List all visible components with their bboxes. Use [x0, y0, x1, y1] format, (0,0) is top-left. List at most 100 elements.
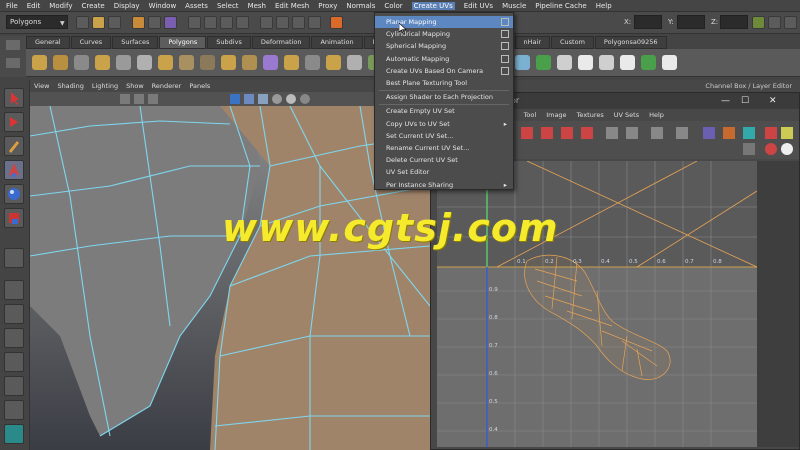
uv-layout-icon[interactable]	[676, 127, 688, 139]
option-box-icon[interactable]	[501, 18, 509, 26]
save-scene-icon[interactable]	[108, 16, 121, 29]
shelf-tool-11-icon[interactable]	[242, 55, 257, 70]
option-box-icon[interactable]	[501, 30, 509, 39]
wireframe-on-shaded-icon[interactable]	[258, 94, 268, 104]
smooth-shade-icon[interactable]	[244, 94, 254, 104]
menu-color[interactable]: Color	[384, 2, 402, 10]
shelf-tool-3-icon[interactable]	[74, 55, 89, 70]
uv-sew-icon[interactable]	[581, 127, 593, 139]
menu-item-copy-uvs-to-uv-set[interactable]: Copy UVs to UV Set ▸	[375, 118, 513, 130]
uv-grid-canvas[interactable]: 0.9 0.8 0.7 0.6 0.5 0.4 0.1 0.2 0.3 0.4 …	[437, 161, 757, 447]
minimize-icon[interactable]: —	[721, 96, 730, 106]
panel-menu-show[interactable]: Show	[126, 82, 144, 90]
uv-color-icon[interactable]	[765, 143, 777, 155]
option-box-icon[interactable]	[501, 54, 509, 63]
select-tool-icon[interactable]	[4, 88, 24, 108]
shelf-editor-icon[interactable]	[6, 58, 20, 68]
snap-plane-icon[interactable]	[236, 16, 249, 29]
uv-image-icon[interactable]	[703, 127, 715, 139]
toggle-tool-settings-icon[interactable]	[784, 16, 797, 29]
shelf-tool-15-icon[interactable]	[326, 55, 341, 70]
uv-menu-tool[interactable]: Tool	[524, 111, 537, 119]
shelf-tool-26-icon[interactable]	[557, 55, 572, 70]
menu-help[interactable]: Help	[596, 2, 612, 10]
uv-snap-icon[interactable]	[626, 127, 638, 139]
textured-icon[interactable]	[272, 94, 282, 104]
layout-custom-icon[interactable]	[4, 424, 24, 444]
menu-proxy[interactable]: Proxy	[318, 2, 337, 10]
uv-menu-image[interactable]: Image	[546, 111, 566, 119]
menu-assets[interactable]: Assets	[185, 2, 208, 10]
menu-select[interactable]: Select	[217, 2, 239, 10]
uv-menu-uv-sets[interactable]: UV Sets	[614, 111, 639, 119]
menu-item-cylindrical-mapping[interactable]: Cylindrical Mapping	[375, 28, 513, 40]
menu-display[interactable]: Display	[114, 2, 140, 10]
image-plane-icon[interactable]	[148, 94, 158, 104]
new-scene-icon[interactable]	[76, 16, 89, 29]
snap-point-icon[interactable]	[220, 16, 233, 29]
shelf-tool-5-icon[interactable]	[116, 55, 131, 70]
menu-item-set-current-uv-set[interactable]: Set Current UV Set...	[375, 130, 513, 142]
render-icon[interactable]	[276, 16, 289, 29]
snap-curve-icon[interactable]	[204, 16, 217, 29]
shelf-tab-nhair[interactable]: nHair	[514, 36, 551, 49]
uv-shell[interactable]	[524, 254, 671, 380]
menu-item-best-plane-texturing-tool[interactable]: Best Plane Texturing Tool	[375, 77, 513, 89]
scale-tool-icon[interactable]	[4, 208, 24, 228]
panel-menu-shading[interactable]: Shading	[57, 82, 83, 90]
shelf-tool-30-icon[interactable]	[641, 55, 656, 70]
shelf-tool-6-icon[interactable]	[137, 55, 152, 70]
panel-menu-view[interactable]: View	[34, 82, 49, 90]
layout-persp-icon[interactable]	[4, 280, 24, 300]
shelf-tool-2-icon[interactable]	[53, 55, 68, 70]
render-settings-icon[interactable]	[308, 16, 321, 29]
open-scene-icon[interactable]	[92, 16, 105, 29]
menu-mesh[interactable]: Mesh	[248, 2, 266, 10]
select-by-object-icon[interactable]	[148, 16, 161, 29]
panel-menu-renderer[interactable]: Renderer	[152, 82, 182, 90]
shelf-tab-deformation[interactable]: Deformation	[251, 36, 311, 49]
menu-item-delete-current-uv-set[interactable]: Delete Current UV Set	[375, 154, 513, 166]
menu-edit[interactable]: Edit	[27, 2, 41, 10]
menu-modify[interactable]: Modify	[49, 2, 72, 10]
menu-item-rename-current-uv-set[interactable]: Rename Current UV Set...	[375, 142, 513, 154]
uv-pixel-snap-icon[interactable]	[781, 127, 793, 139]
shelf-tool-16-icon[interactable]	[347, 55, 362, 70]
shelf-tab-polygonsa09256[interactable]: Polygonsa09256	[594, 36, 667, 49]
layout-four-view-icon[interactable]	[4, 304, 24, 324]
rotate-tool-icon[interactable]	[4, 184, 24, 204]
uv-menu-textures[interactable]: Textures	[577, 111, 604, 119]
shelf-tool-24-icon[interactable]	[515, 55, 530, 70]
shelf-tab-custom[interactable]: Custom	[551, 36, 594, 49]
uv-cut-icon[interactable]	[561, 127, 573, 139]
maximize-icon[interactable]: ☐	[741, 96, 749, 106]
uv-menu-help[interactable]: Help	[649, 111, 664, 119]
camera-attributes-icon[interactable]	[120, 94, 130, 104]
ipr-render-icon[interactable]	[292, 16, 305, 29]
shadows-icon[interactable]	[300, 94, 310, 104]
menu-item-planar-mapping[interactable]: Planar Mapping	[375, 16, 513, 28]
uv-unfold-icon[interactable]	[651, 127, 663, 139]
z-field[interactable]	[720, 15, 748, 29]
shelf-tool-12-icon[interactable]	[263, 55, 278, 70]
menu-pipeline-cache[interactable]: Pipeline Cache	[535, 2, 586, 10]
shelf-tool-1-icon[interactable]	[32, 55, 47, 70]
select-by-component-icon[interactable]	[164, 16, 177, 29]
toggle-attribute-editor-icon[interactable]	[768, 16, 781, 29]
shelf-tool-10-icon[interactable]	[221, 55, 236, 70]
menu-item-assign-shader-to-each-projection[interactable]: Assign Shader to Each Projection	[375, 91, 513, 103]
history-icon[interactable]	[260, 16, 273, 29]
uv-rotate-icon[interactable]	[541, 127, 553, 139]
menu-create-uvs[interactable]: Create UVs	[411, 1, 455, 10]
layout-outliner-icon[interactable]	[4, 352, 24, 372]
uv-brightness-icon[interactable]	[781, 143, 793, 155]
x-field[interactable]	[634, 15, 662, 29]
menu-edit-mesh[interactable]: Edit Mesh	[275, 2, 309, 10]
uv-grid-icon[interactable]	[765, 127, 777, 139]
shelf-tool-28-icon[interactable]	[599, 55, 614, 70]
shelf-tool-13-icon[interactable]	[284, 55, 299, 70]
uv-align-icon[interactable]	[606, 127, 618, 139]
menu-window[interactable]: Window	[149, 2, 177, 10]
shelf-tool-7-icon[interactable]	[158, 55, 173, 70]
perspective-viewport[interactable]	[30, 106, 430, 450]
